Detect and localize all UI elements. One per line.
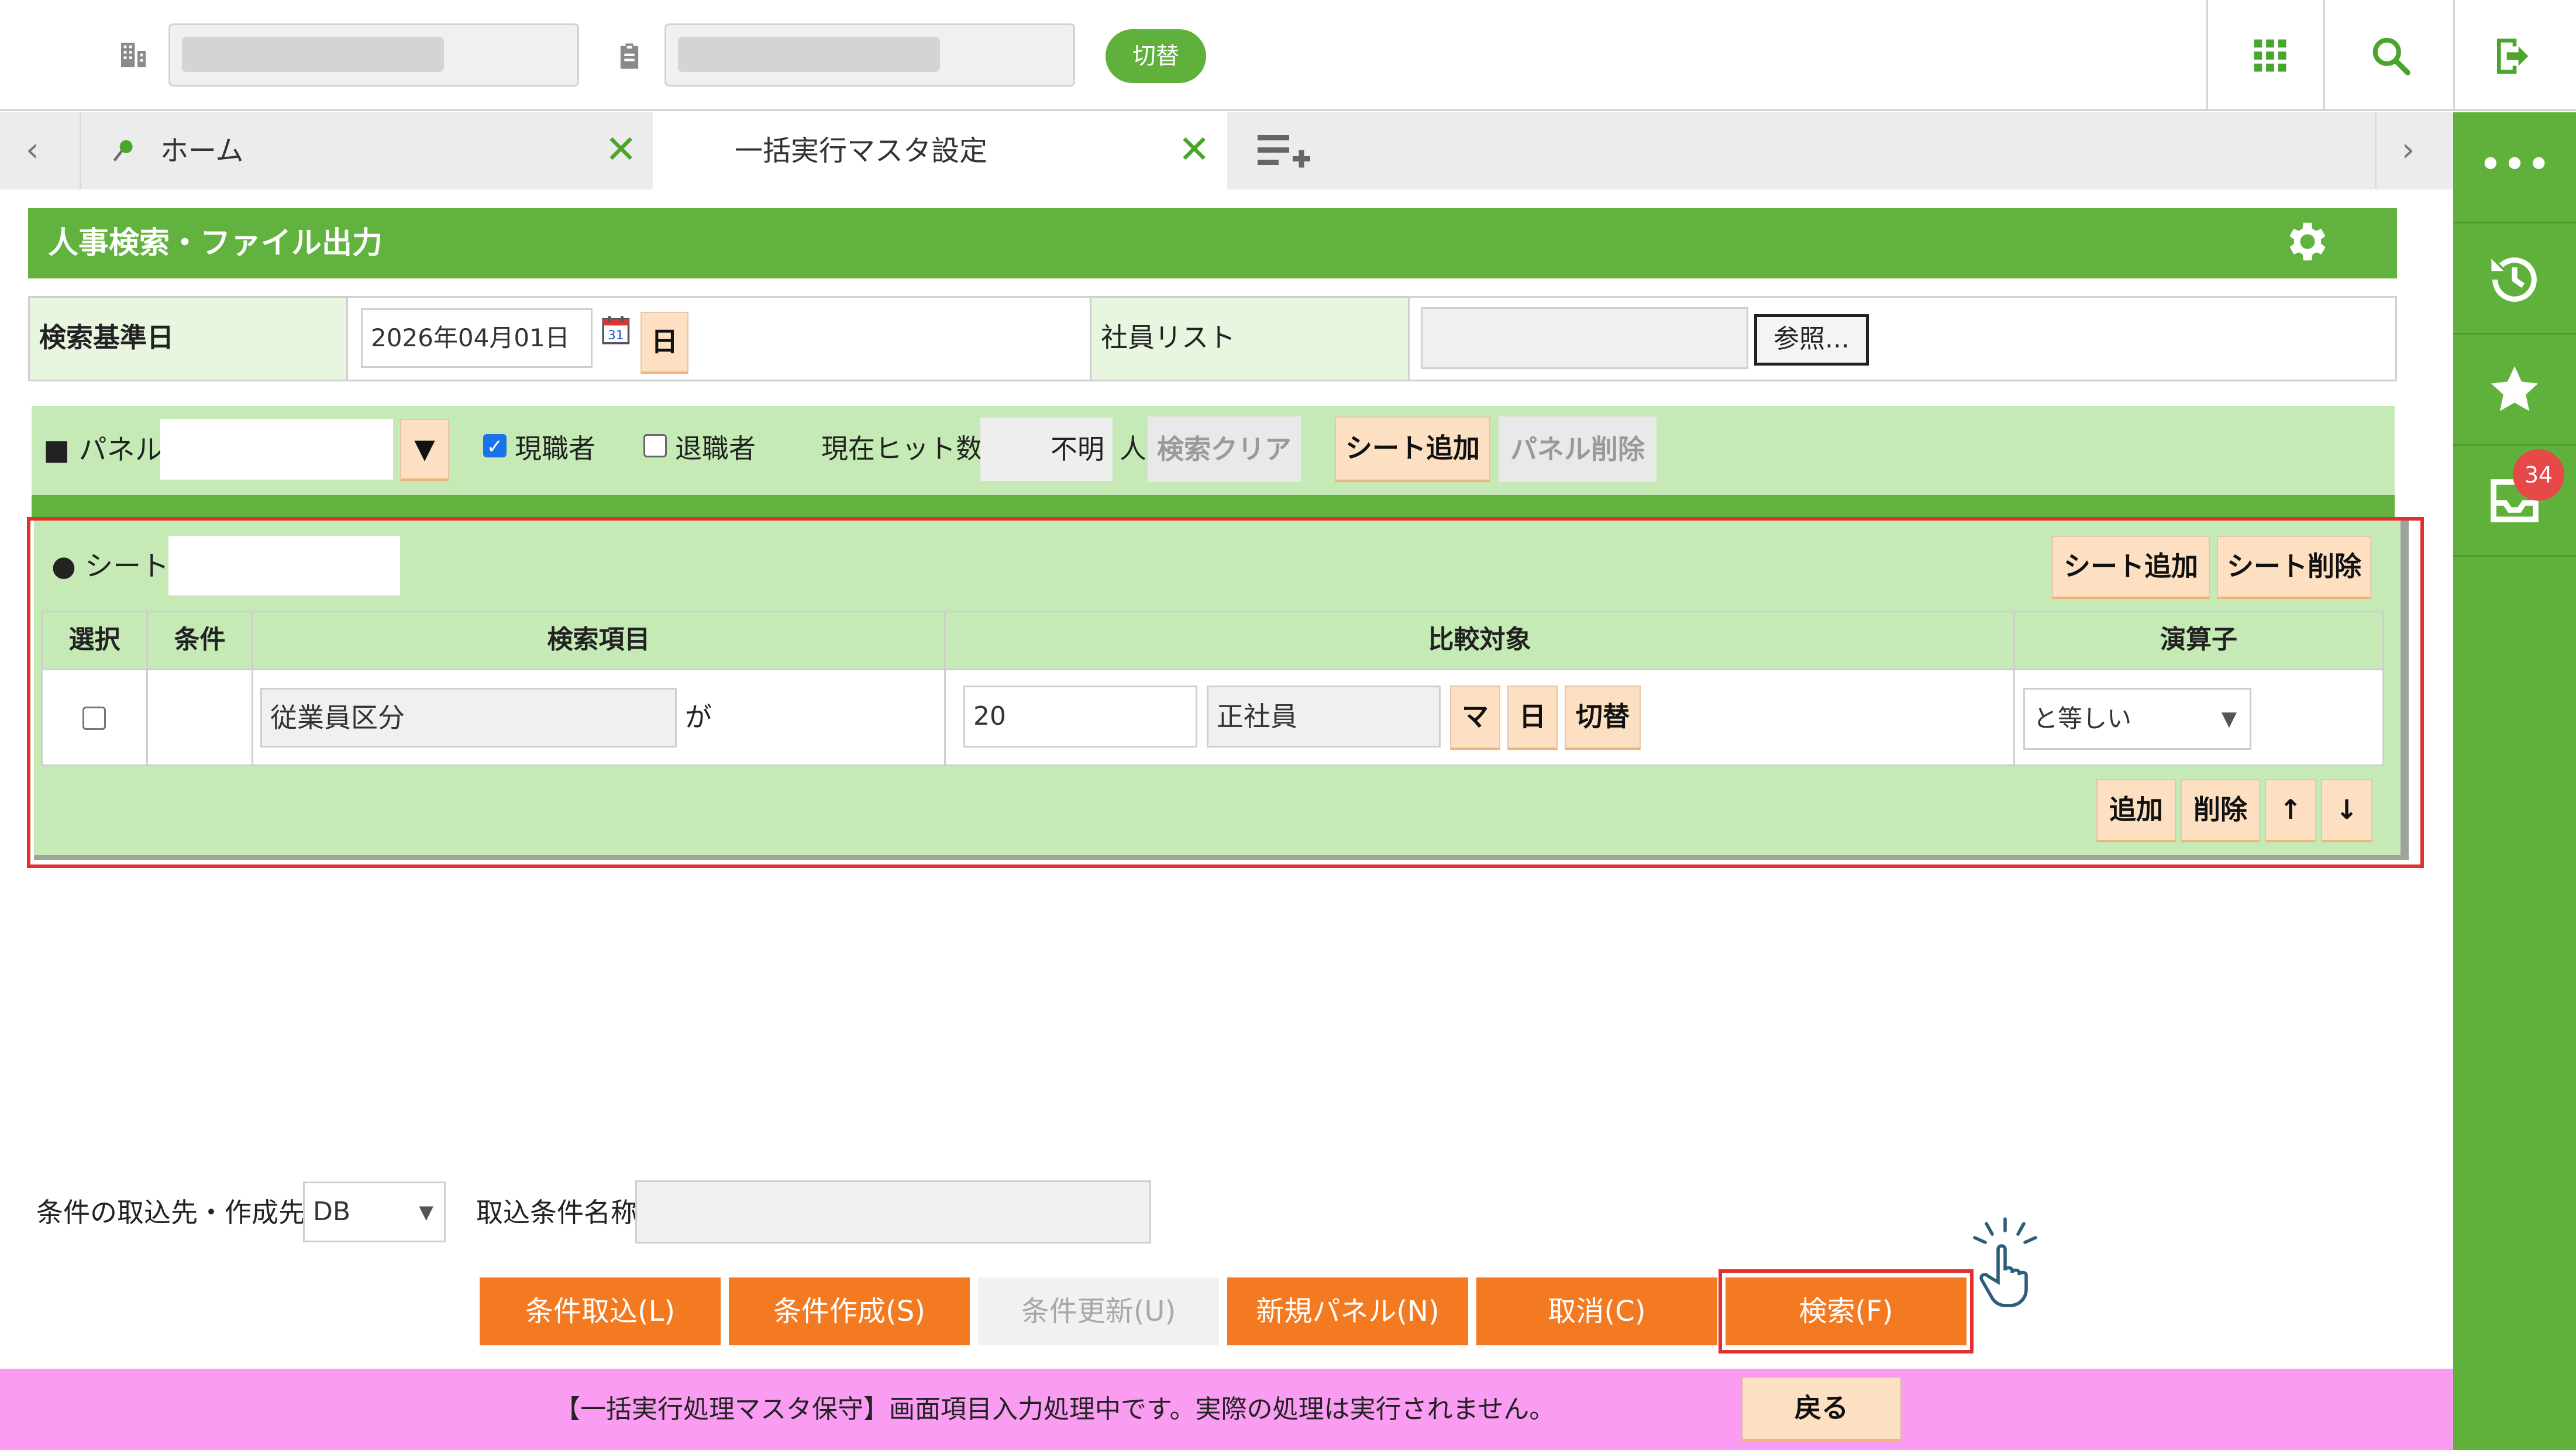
target-field[interactable] [664, 23, 1075, 87]
browse-button[interactable]: 参照... [1754, 314, 1869, 366]
add-tab-icon[interactable] [1258, 133, 1314, 174]
building-icon [117, 39, 150, 79]
criteria-row: 検索基準日 2026年04月01日 31 日 社員リスト 参照... [28, 296, 2397, 381]
pointer-hand-icon [1965, 1217, 2047, 1313]
date-input[interactable]: 2026年04月01日 [361, 308, 593, 368]
import-condition-button[interactable]: 条件取込(L) [480, 1277, 721, 1345]
source-select[interactable]: DB ▼ [303, 1182, 446, 1242]
search-clear-button[interactable]: 検索クリア [1148, 416, 1301, 482]
top-bar: 切替 [0, 0, 2576, 111]
date-label: 検索基準日 [39, 322, 174, 353]
panel-label: ■ パネル [43, 433, 163, 466]
chevron-right-icon[interactable]: › [2402, 130, 2415, 171]
status-message: 【一括実行処理マスタ保守】画面項目入力処理中です。実際の処理は実行されません。 [555, 1394, 1555, 1424]
tab-home[interactable]: ホーム ✕ [82, 112, 653, 190]
tab-batch-master[interactable]: 一括実行マスタ設定 ✕ [653, 112, 1227, 190]
gear-icon[interactable] [2282, 216, 2333, 276]
company-field[interactable] [168, 23, 579, 87]
current-employee-checkbox[interactable]: ✓ [483, 434, 507, 458]
right-sidebar: ••• [2453, 112, 2576, 1450]
more-icon[interactable]: ••• [2453, 112, 2576, 223]
condition-name-label: 取込条件名称 [476, 1197, 638, 1228]
employee-list-label-cell: 社員リスト [1091, 298, 1410, 380]
delete-panel-button[interactable]: パネル削除 [1499, 416, 1657, 482]
history-icon[interactable] [2453, 223, 2576, 335]
condition-name-field[interactable] [635, 1180, 1151, 1244]
clipboard-icon [614, 41, 645, 79]
panel-select[interactable] [160, 419, 393, 480]
retired-checkbox[interactable] [643, 434, 667, 457]
chevron-down-icon: ▼ [419, 1201, 433, 1223]
update-condition-button[interactable]: 条件更新(U) [978, 1277, 1219, 1345]
panel-bar: ■ パネル ▼ ✓ 現職者 退職者 現在ヒット数 不明 人 検索クリア シート追… [32, 406, 2395, 495]
page-title-bar: 人事検索・ファイル出力 [28, 208, 2397, 278]
tab-bar: ‹ ホーム ✕ 一括実行マスタ設定 ✕ › [0, 112, 2453, 190]
retired-label: 退職者 [675, 433, 756, 464]
source-value: DB [313, 1197, 351, 1227]
employee-list-field[interactable] [1421, 307, 1748, 369]
page-title: 人事検索・ファイル出力 [48, 226, 383, 261]
status-bar: 【一括実行処理マスタ保守】画面項目入力処理中です。実際の処理は実行されません。 … [0, 1369, 2453, 1450]
date-label-cell: 検索基準日 [30, 298, 348, 380]
hit-count-unit: 人 [1120, 433, 1146, 464]
close-icon[interactable]: ✕ [1178, 129, 1210, 171]
calendar-icon[interactable]: 31 [602, 315, 632, 347]
svg-text:31: 31 [608, 328, 624, 343]
panel-add-sheet-button[interactable]: シート追加 [1335, 416, 1490, 482]
cancel-button[interactable]: 取消(C) [1476, 1277, 1717, 1345]
new-panel-button[interactable]: 新規パネル(N) [1227, 1277, 1468, 1345]
notification-badge: 34 [2513, 449, 2564, 501]
highlight-frame [27, 517, 2424, 868]
close-icon[interactable]: ✕ [605, 129, 637, 171]
tab-home-label: ホーム [160, 135, 244, 167]
current-employee-label: 現職者 [515, 433, 595, 464]
chevron-left-icon[interactable]: ‹ [26, 130, 39, 171]
search-button[interactable]: 検索(F) [1726, 1277, 1967, 1345]
panel-divider [32, 495, 2395, 517]
create-condition-button[interactable]: 条件作成(S) [729, 1277, 970, 1345]
source-label: 条件の取込先・作成先 [36, 1197, 305, 1228]
logout-icon[interactable] [2482, 23, 2547, 88]
back-button[interactable]: 戻る [1742, 1377, 1901, 1441]
grid-icon[interactable] [2238, 23, 2302, 88]
search-icon[interactable] [2358, 23, 2423, 88]
day-button[interactable]: 日 [640, 312, 688, 374]
star-icon[interactable] [2453, 335, 2576, 446]
panel-dropdown-button[interactable]: ▼ [400, 419, 449, 481]
tab-batch-master-label: 一括実行マスタ設定 [735, 135, 988, 167]
pin-icon [111, 138, 137, 166]
switch-button[interactable]: 切替 [1106, 29, 1206, 83]
hit-count-value: 不明 [980, 418, 1113, 481]
hit-count-label: 現在ヒット数 [821, 433, 983, 464]
employee-list-label: 社員リスト [1101, 322, 1235, 353]
